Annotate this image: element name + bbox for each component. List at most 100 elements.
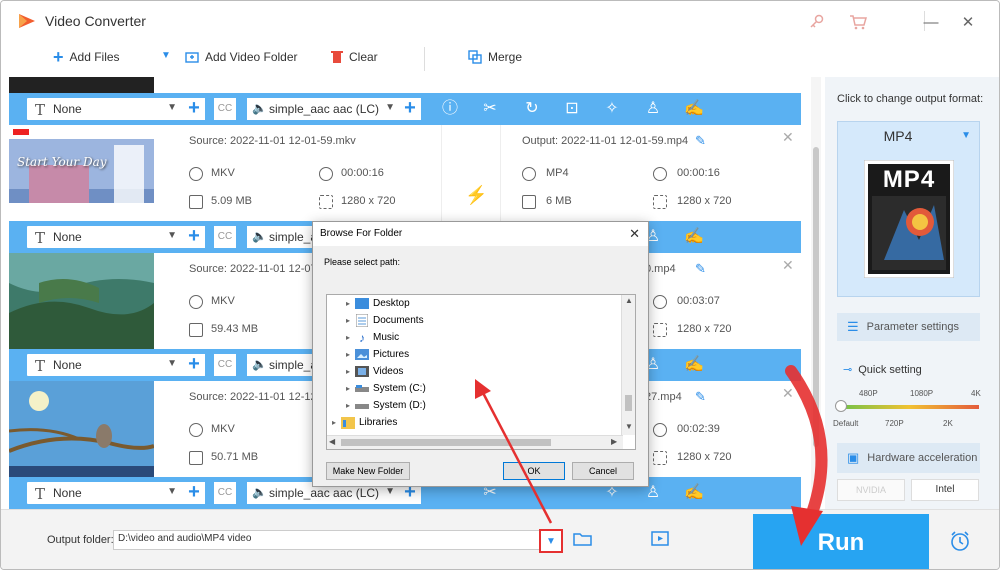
title-bar: Video Converter — ✕ <box>1 1 999 41</box>
resolution-icon <box>653 451 667 465</box>
watermark-stamp-icon[interactable]: ♙ <box>642 98 664 120</box>
info-icon[interactable]: ⓘ <box>439 98 461 120</box>
tree-item-documents[interactable]: ▸ Documents <box>341 312 424 329</box>
scrollbar-thumb[interactable] <box>341 439 551 446</box>
output-folder-input[interactable]: D:\video and audio\MP4 video <box>113 530 541 550</box>
hardware-acceleration-button[interactable]: ▣ Hardware acceleration <box>837 443 980 473</box>
edit-sign-icon[interactable]: ✍ <box>683 98 705 120</box>
add-subtitle-button[interactable]: + <box>183 226 205 248</box>
cc-icon[interactable]: CC <box>214 98 236 120</box>
make-new-folder-button[interactable]: Make New Folder <box>326 462 410 480</box>
add-subtitle-button[interactable]: + <box>183 482 205 504</box>
scroll-up-icon[interactable]: ▲ <box>625 296 633 305</box>
tree-item-pictures[interactable]: ▸ Pictures <box>341 346 409 363</box>
cc-icon[interactable]: CC <box>214 354 236 376</box>
text-t-icon: T <box>35 485 46 503</box>
tree-item-desktop[interactable]: ▸ Desktop <box>341 295 410 312</box>
scrollbar-thumb[interactable] <box>625 395 632 411</box>
output-folder-label: Output folder: <box>47 534 114 546</box>
hardware-acceleration-label: Hardware acceleration <box>867 452 978 464</box>
list-item[interactable] <box>9 77 801 93</box>
rotate-icon[interactable]: ↻ <box>521 98 543 120</box>
list-scrollbar[interactable] <box>811 77 821 509</box>
scroll-right-icon[interactable]: ▶ <box>611 437 617 446</box>
edit-pencil-icon[interactable]: ✎ <box>695 389 706 405</box>
add-files-dropdown[interactable]: ▼ <box>161 50 171 61</box>
edit-sign-icon[interactable]: ✍ <box>683 482 705 504</box>
tree-item-system-d[interactable]: ▸ System (D:) <box>341 397 426 414</box>
expand-caret-icon: ▸ <box>345 316 350 325</box>
export-clip-icon[interactable] <box>651 530 671 551</box>
output-duration: 00:02:39 <box>677 423 720 435</box>
add-subtitle-button[interactable]: + <box>183 98 205 120</box>
nvidia-option[interactable]: NVIDIA <box>837 479 905 501</box>
edit-pencil-icon[interactable]: ✎ <box>695 261 706 277</box>
alarm-clock-icon[interactable] <box>949 530 971 555</box>
mp4-badge-text: MP4 <box>882 166 936 193</box>
libraries-folder-icon <box>341 416 355 429</box>
tree-item-videos[interactable]: ▸ Videos <box>341 363 403 380</box>
merge-button[interactable]: Merge <box>468 50 522 64</box>
add-files-button[interactable]: + Add Files <box>53 48 120 66</box>
edit-sign-icon[interactable]: ✍ <box>683 354 705 376</box>
tree-item-libraries[interactable]: ▸ Libraries <box>327 414 397 431</box>
merge-label: Merge <box>488 50 523 64</box>
clear-label: Clear <box>349 50 378 64</box>
scroll-left-icon[interactable]: ◀ <box>329 437 335 446</box>
remove-row-icon[interactable]: ✕ <box>782 129 794 146</box>
subtitle-select[interactable]: T None ▼ <box>27 98 185 120</box>
add-video-folder-button[interactable]: Add Video Folder <box>185 50 298 64</box>
list-item[interactable]: Start Your Day Source: 2022-11-01 12-01-… <box>9 125 801 221</box>
chevron-down-icon: ▼ <box>167 230 177 241</box>
effects-wand-icon[interactable]: ✧ <box>601 98 623 120</box>
quick-setting-icon: ⊸ <box>843 364 853 376</box>
pictures-folder-icon <box>355 349 369 361</box>
add-subtitle-button[interactable]: + <box>183 354 205 376</box>
edit-sign-icon[interactable]: ✍ <box>683 226 705 248</box>
run-button[interactable]: Run <box>753 514 929 569</box>
quality-slider[interactable] <box>835 400 979 412</box>
output-resolution: 1280 x 720 <box>677 195 732 207</box>
output-duration: 00:03:07 <box>677 295 720 307</box>
chevron-down-icon: ▼ <box>385 102 395 113</box>
audio-select[interactable]: 🔈 simple_aac aac (LC) ▼ <box>247 98 401 120</box>
scroll-down-icon[interactable]: ▼ <box>625 422 633 431</box>
tree-vertical-scrollbar[interactable]: ▲ ▼ <box>621 295 635 435</box>
merge-icon <box>468 50 482 64</box>
cancel-button[interactable]: Cancel <box>572 462 634 480</box>
clear-button[interactable]: Clear <box>331 50 378 64</box>
key-icon[interactable] <box>804 11 828 33</box>
subtitle-select[interactable]: T None ▼ <box>27 482 185 504</box>
tree-item-system-c[interactable]: ▸ System (C:) <box>341 380 426 397</box>
crop-icon[interactable]: ⊡ <box>561 98 583 120</box>
minimize-icon[interactable]: — <box>919 11 943 33</box>
output-folder-dropdown-button[interactable]: ▼ <box>539 529 563 553</box>
close-icon[interactable]: ✕ <box>956 11 980 33</box>
slider-knob[interactable] <box>835 400 847 412</box>
dialog-close-icon[interactable]: ✕ <box>629 226 640 242</box>
cc-icon[interactable]: CC <box>214 226 236 248</box>
edit-pencil-icon[interactable]: ✎ <box>695 133 706 149</box>
tree-horizontal-scrollbar[interactable]: ◀ ▶ <box>327 435 623 449</box>
parameter-settings-label: Parameter settings <box>866 321 959 333</box>
remove-row-icon[interactable]: ✕ <box>782 257 794 274</box>
folder-tree[interactable]: ▸ Desktop ▸ Documents ▸ ♪ Music ▸ Pictures ▸ V… <box>326 294 636 450</box>
ok-button[interactable]: OK <box>503 462 565 480</box>
add-audio-button[interactable]: + <box>399 98 421 120</box>
videos-folder-icon <box>355 366 369 378</box>
scissors-icon[interactable]: ✂ <box>479 98 501 120</box>
tree-item-label: Music <box>373 332 400 343</box>
audio-value: simple_aac aac (LC) <box>269 486 380 500</box>
scrollbar-thumb[interactable] <box>813 147 819 447</box>
tree-item-music[interactable]: ▸ ♪ Music <box>341 329 399 346</box>
parameter-settings-button[interactable]: ☰ Parameter settings <box>837 313 980 341</box>
intel-option[interactable]: Intel <box>911 479 979 501</box>
open-folder-icon[interactable] <box>573 530 593 551</box>
remove-row-icon[interactable]: ✕ <box>782 385 794 402</box>
output-format-selector[interactable]: MP4 ▼ MP4 <box>837 121 980 297</box>
cart-icon[interactable] <box>846 11 870 33</box>
subtitle-select[interactable]: T None ▼ <box>27 354 185 376</box>
cc-icon[interactable]: CC <box>214 482 236 504</box>
source-size: 5.09 MB <box>211 195 252 207</box>
subtitle-select[interactable]: T None ▼ <box>27 226 185 248</box>
